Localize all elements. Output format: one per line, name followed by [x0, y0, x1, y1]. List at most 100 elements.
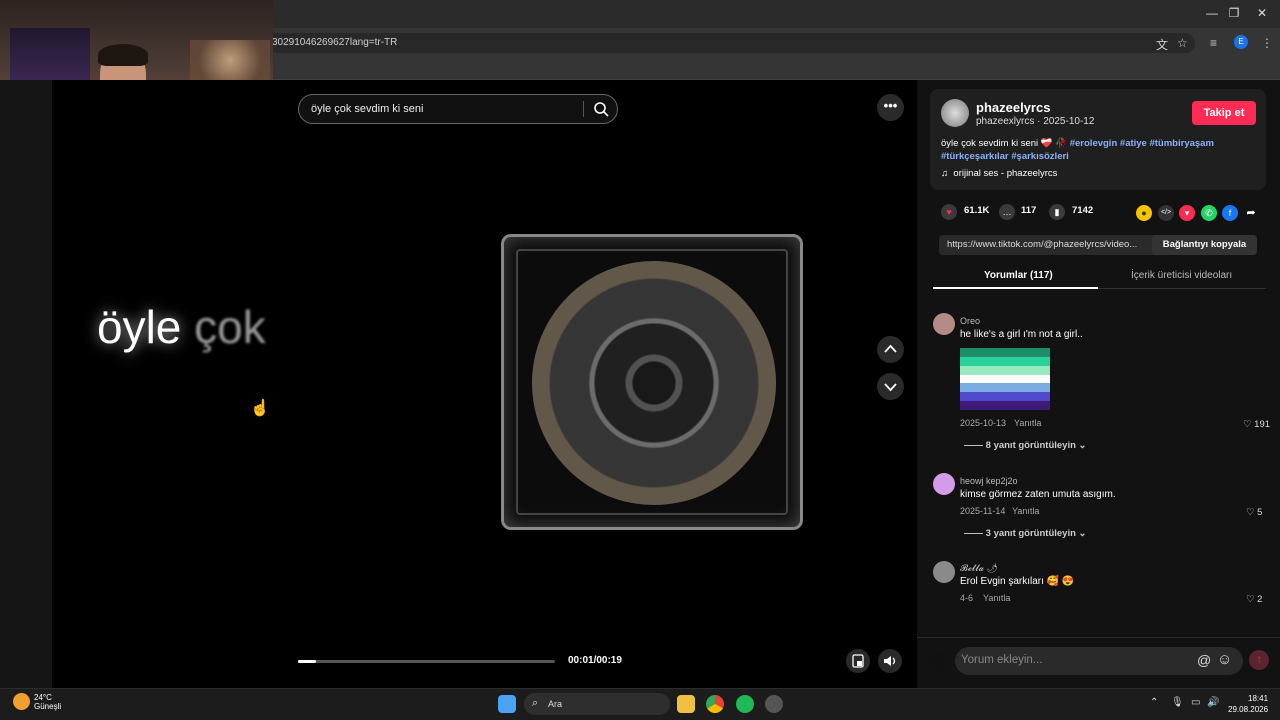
lyric-overlay: öyle çok — [97, 300, 266, 354]
profile-avatar[interactable]: E — [1234, 35, 1248, 49]
comment-author[interactable]: heowj kep2j2o — [960, 476, 1018, 486]
author-avatar[interactable] — [941, 99, 969, 127]
hashtag[interactable]: #atiye — [1120, 138, 1147, 149]
copy-link-button[interactable]: Bağlantıyı kopyala — [1152, 235, 1257, 255]
author-username[interactable]: phazeelyrcs — [976, 100, 1050, 115]
music-title[interactable]: orijinal ses - phazeelyrcs — [953, 168, 1057, 179]
view-replies-button[interactable]: —— 8 yanıt görüntüleyin ⌄ — [964, 440, 1087, 451]
volume-icon — [884, 656, 896, 666]
comment-input[interactable]: Yorum ekleyin... @ ☺ — [955, 647, 1243, 675]
progress-bar[interactable] — [298, 660, 555, 663]
close-icon[interactable]: ✕ — [1252, 6, 1272, 20]
previous-video-button[interactable] — [877, 336, 904, 363]
embed-icon[interactable]: </> — [1158, 205, 1174, 221]
search-bar[interactable]: öyle çok sevdim ki seni — [298, 94, 618, 124]
hashtag[interactable]: #tümbiryaşam — [1149, 138, 1213, 149]
comment-placeholder[interactable]: Yorum ekleyin... — [961, 654, 1042, 666]
minimize-icon[interactable]: — — [1202, 6, 1222, 20]
bookmark-icon[interactable]: ▮ — [1049, 204, 1065, 220]
search-divider — [583, 101, 584, 117]
hashtag[interactable]: #şarkısözleri — [1011, 151, 1069, 162]
heart-outline-icon: ♡ — [1246, 594, 1255, 605]
spotify-icon[interactable] — [736, 695, 754, 713]
hashtag[interactable]: #erolevgin — [1070, 138, 1118, 149]
taskbar-clock[interactable]: 18:41 29.08.2026 — [1228, 693, 1269, 715]
facebook-icon[interactable]: f — [1222, 205, 1238, 221]
more-options-button[interactable]: ••• — [877, 94, 904, 121]
comment-text: Erol Evgin şarkıları 🥰 😍 — [960, 576, 1075, 587]
lyric-word-bright: öyle — [97, 301, 182, 353]
arrow-up-icon: ↑ — [1256, 654, 1262, 665]
url-text[interactable]: 30291046269627lang=tr-TR — [272, 37, 397, 48]
music-row[interactable]: ♫ orijinal ses - phazeelyrcs — [941, 168, 1057, 179]
comment-like[interactable]: ♡ 191 — [1243, 419, 1270, 430]
share-icon[interactable]: ➦ — [1243, 205, 1259, 221]
progress-fill — [298, 660, 316, 663]
heart-icon[interactable]: ♥ — [941, 204, 957, 220]
search-icon[interactable] — [591, 100, 611, 118]
send-to-icon[interactable]: ▾ — [1179, 205, 1195, 221]
volume-button[interactable] — [878, 649, 902, 673]
reply-button[interactable]: Yanıtla — [983, 593, 1010, 603]
comment-text: kimse görmez zaten umuta asıgım. — [960, 489, 1116, 500]
pip-icon — [852, 654, 864, 668]
comment-text: he like's a girl ı'm not a girl.. — [960, 329, 1083, 340]
cd-disc — [532, 261, 776, 505]
webcam-person-hair — [98, 44, 148, 66]
search-icon: ⌕ — [532, 697, 539, 709]
taskbar-search[interactable]: ⌕ Ara — [524, 693, 670, 715]
coin-icon[interactable]: ● — [1136, 205, 1152, 221]
comment-like-count: 5 — [1257, 507, 1263, 518]
hashtag[interactable]: #türkçeşarkılar — [941, 151, 1009, 162]
reply-button[interactable]: Yanıtla — [1012, 506, 1039, 516]
video-link[interactable]: https://www.tiktok.com/@phazeelyrcs/vide… — [947, 239, 1137, 250]
tray-chevron-icon[interactable]: ⌃ — [1150, 697, 1158, 708]
file-explorer-icon[interactable] — [677, 695, 695, 713]
comment-icon[interactable]: … — [999, 204, 1015, 220]
app-icon[interactable] — [765, 695, 783, 713]
mention-icon[interactable]: @ — [1197, 652, 1211, 668]
weather-widget[interactable]: 24°C Güneşli — [34, 693, 61, 711]
chevron-up-icon — [884, 344, 897, 353]
emoji-icon[interactable]: ☺ — [1217, 651, 1232, 668]
weather-icon[interactable] — [13, 693, 30, 710]
heart-outline-icon: ♡ — [1246, 507, 1255, 518]
user-avatar — [929, 651, 949, 671]
comment-like[interactable]: ♡ 2 — [1246, 594, 1262, 605]
comment-avatar[interactable] — [933, 473, 955, 495]
comment-like-count: 191 — [1254, 419, 1271, 430]
send-comment-button[interactable]: ↑ — [1249, 650, 1269, 670]
comment-avatar[interactable] — [933, 313, 955, 335]
view-replies-button[interactable]: —— 3 yanıt görüntüleyin ⌄ — [964, 528, 1087, 539]
translate-icon[interactable]: 文 — [1156, 36, 1168, 53]
reply-button[interactable]: Yanıtla — [1014, 418, 1041, 428]
star-icon[interactable]: ☆ — [1177, 36, 1188, 50]
search-input[interactable]: öyle çok sevdim ki seni — [311, 103, 424, 115]
comment-author[interactable]: 𝓑𝓮𝓵𝓵𝓪 🌶 — [960, 563, 998, 574]
view-replies-label: 3 yanıt görüntüleyin — [985, 528, 1076, 539]
mouse-cursor-icon: ☝ — [250, 400, 270, 417]
clock-date: 29.08.2026 — [1228, 705, 1269, 714]
comment-author[interactable]: Oreo — [960, 316, 980, 326]
author-meta: phazeexlyrcs · 2025-10-12 — [976, 116, 1095, 127]
time-display: 00:01/00:19 — [568, 655, 622, 666]
follow-button[interactable]: Takip et — [1192, 101, 1256, 125]
menu-icon[interactable]: ⋮ — [1261, 36, 1273, 50]
tab-creator-videos[interactable]: İçerik üreticisi videoları — [1131, 270, 1232, 281]
restore-icon[interactable]: ❐ — [1224, 6, 1244, 20]
cd-case-image — [501, 234, 803, 530]
start-icon[interactable] — [498, 695, 516, 713]
next-video-button[interactable] — [877, 373, 904, 400]
tab-comments[interactable]: Yorumlar (117) — [984, 270, 1053, 281]
whatsapp-icon[interactable]: ✆ — [1201, 205, 1217, 221]
saves-count: 7142 — [1072, 205, 1094, 216]
chrome-icon[interactable] — [706, 695, 724, 713]
media-icon[interactable]: ≡ — [1210, 36, 1217, 50]
network-icon[interactable]: ▭ — [1191, 697, 1200, 708]
speaker-icon[interactable]: 🔊 — [1207, 697, 1219, 708]
microphone-icon[interactable]: 🎙 — [1171, 697, 1184, 708]
pip-button[interactable] — [846, 649, 870, 673]
comment-like[interactable]: ♡ 5 — [1246, 507, 1262, 518]
comment-avatar[interactable] — [933, 561, 955, 583]
lyric-word-dim: çok — [194, 301, 266, 353]
